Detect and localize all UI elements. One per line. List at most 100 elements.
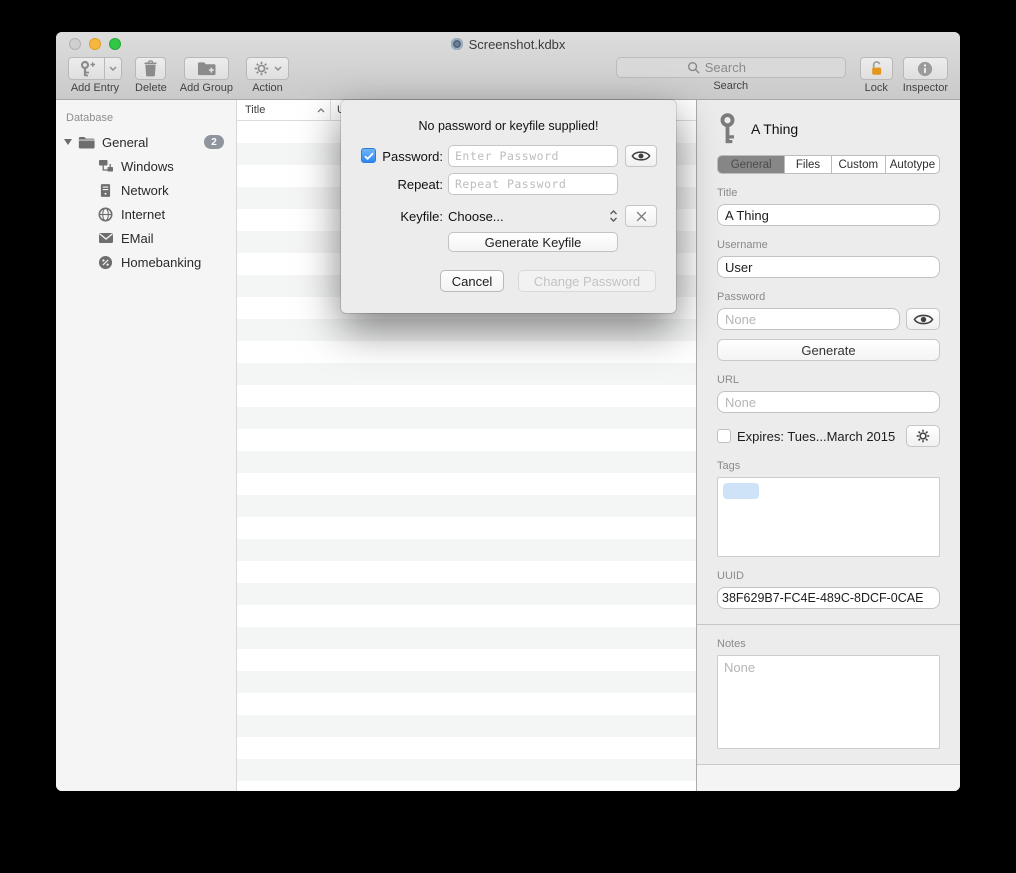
gear-icon [254, 61, 269, 76]
generate-keyfile-button[interactable]: Generate Keyfile [448, 232, 618, 252]
password-field-label: Password [717, 291, 940, 303]
keyfile-dropdown-value: Choose... [448, 209, 504, 224]
password-field[interactable] [717, 308, 900, 330]
notes-field-label: Notes [717, 638, 940, 650]
info-icon [917, 61, 933, 77]
search-label: Search [713, 80, 748, 92]
inspector-panel: A Thing General Files Custom Autotype Ti… [696, 100, 960, 791]
sidebar-item-general[interactable]: General 2 [56, 130, 236, 154]
clear-keyfile-button[interactable] [625, 205, 657, 227]
dialog-actions: Cancel Change Password [341, 270, 656, 292]
username-field[interactable] [717, 256, 940, 278]
sidebar-item-label: Internet [121, 207, 165, 222]
search-icon [687, 61, 700, 74]
add-group-toolbar-item: Add Group [180, 57, 233, 94]
url-field[interactable] [717, 391, 940, 413]
window-title: Screenshot.kdbx [469, 37, 566, 52]
action-label: Action [252, 82, 283, 94]
search-input[interactable] [705, 60, 775, 75]
show-password-button[interactable] [625, 145, 657, 167]
keyfile-label: Keyfile: [341, 209, 443, 224]
expires-label: Expires: Tues...March 2015 [737, 429, 895, 444]
add-entry-button[interactable] [68, 57, 105, 80]
keyfile-dropdown[interactable]: Choose... [448, 209, 618, 224]
action-button[interactable] [246, 57, 289, 80]
tab-custom[interactable]: Custom [831, 156, 885, 173]
lock-label: Lock [865, 82, 888, 94]
sidebar-item-internet[interactable]: Internet [56, 202, 236, 226]
delete-toolbar-item: Delete [135, 57, 167, 94]
inspector-header: A Thing [717, 110, 940, 148]
sidebar-item-email[interactable]: EMail [56, 226, 236, 250]
percent-icon [97, 254, 114, 271]
key-icon [717, 113, 738, 145]
add-entry-dropdown-button[interactable] [105, 57, 122, 80]
eye-icon [631, 150, 651, 162]
eye-icon [913, 313, 934, 326]
trash-icon [143, 60, 158, 77]
sidebar-item-homebanking[interactable]: Homebanking [56, 250, 236, 274]
repeat-label: Repeat: [341, 177, 443, 192]
tags-field-label: Tags [717, 460, 940, 472]
chevron-down-icon [274, 66, 282, 71]
delete-button[interactable] [135, 57, 166, 80]
password-label: Password: [341, 149, 443, 164]
tab-general[interactable]: General [718, 156, 784, 173]
document-proxy-icon [451, 38, 463, 50]
sort-ascending-icon [317, 108, 325, 113]
tags-field[interactable] [717, 477, 940, 557]
title-field[interactable] [717, 204, 940, 226]
key-plus-icon [78, 60, 96, 78]
cancel-button[interactable]: Cancel [440, 270, 504, 292]
sidebar-item-network[interactable]: Network [56, 178, 236, 202]
sidebar: Database General 2 Windows [56, 100, 237, 791]
lock-button[interactable] [860, 57, 893, 80]
search-field[interactable] [616, 57, 846, 78]
entry-count-badge: 2 [204, 135, 224, 149]
expires-settings-button[interactable] [906, 425, 940, 447]
lock-toolbar-item: Lock [860, 57, 893, 94]
sidebar-item-label: Network [121, 183, 169, 198]
chevron-down-icon [109, 66, 117, 71]
app-window: Screenshot.kdbx [56, 32, 960, 791]
generate-password-button[interactable]: Generate [717, 339, 940, 361]
title-field-label: Title [717, 187, 940, 199]
sidebar-section-header: Database [56, 108, 236, 130]
stepper-chevrons-icon [609, 209, 618, 223]
reveal-password-button[interactable] [906, 308, 940, 330]
change-password-button[interactable]: Change Password [518, 270, 656, 292]
unlocked-padlock-icon [869, 60, 884, 77]
repeat-password-input[interactable] [448, 173, 618, 195]
tab-files[interactable]: Files [784, 156, 830, 173]
disclosure-triangle-icon[interactable] [64, 139, 72, 145]
search-toolbar-item: Search [616, 57, 846, 92]
tab-autotype[interactable]: Autotype [885, 156, 939, 173]
notes-field[interactable] [717, 655, 940, 749]
username-field-label: Username [717, 239, 940, 251]
inspector-footer [697, 764, 960, 791]
gear-icon [916, 429, 930, 443]
expires-checkbox[interactable] [717, 429, 731, 443]
tag-pill[interactable] [723, 483, 759, 499]
add-group-label: Add Group [180, 82, 233, 94]
inspector-divider [697, 624, 960, 625]
desktop-background: Screenshot.kdbx [0, 0, 1016, 873]
inspector-tabs: General Files Custom Autotype [717, 155, 940, 174]
inspector-toolbar-item: Inspector [903, 57, 948, 94]
column-header-title[interactable]: Title [237, 100, 331, 120]
sidebar-item-windows[interactable]: Windows [56, 154, 236, 178]
add-group-button[interactable] [184, 57, 229, 80]
windows-icon [97, 158, 114, 175]
folder-icon [78, 134, 95, 151]
add-entry-toolbar-item: Add Entry [68, 57, 122, 94]
sidebar-item-label: Windows [121, 159, 174, 174]
inspector-button[interactable] [903, 57, 948, 80]
server-icon [97, 182, 114, 199]
window-chrome: Screenshot.kdbx [56, 32, 960, 100]
enter-password-input[interactable] [448, 145, 618, 167]
sidebar-item-label: Homebanking [121, 255, 201, 270]
sidebar-item-label: EMail [121, 231, 154, 246]
dialog-message: No password or keyfile supplied! [341, 119, 676, 133]
add-entry-label: Add Entry [71, 82, 119, 94]
uuid-field[interactable] [717, 587, 940, 609]
